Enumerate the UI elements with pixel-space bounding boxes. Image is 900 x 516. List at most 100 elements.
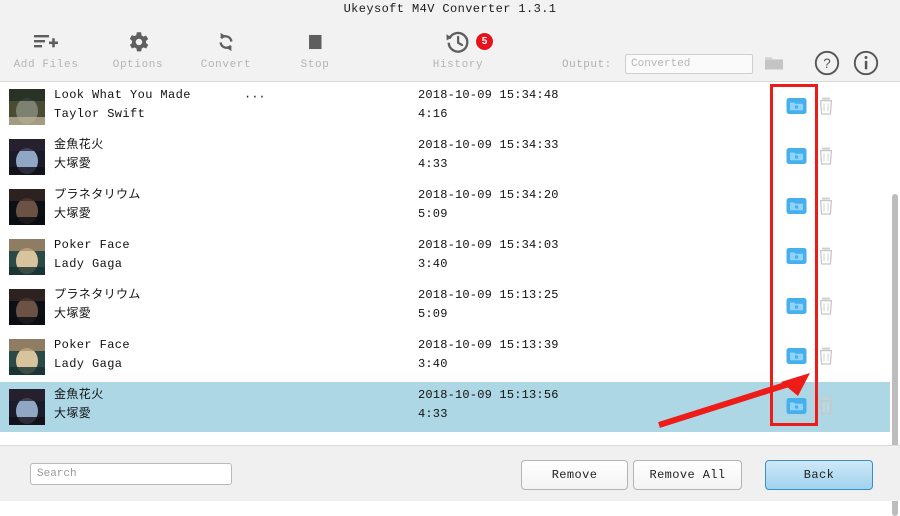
title-bar: Ukeysoft M4V Converter 1.3.1: [0, 0, 900, 18]
conversion-date: 2018-10-09 15:34:20: [418, 188, 559, 202]
track-artist: Taylor Swift: [54, 107, 146, 121]
open-folder-icon[interactable]: [786, 347, 807, 365]
options-label: Options: [112, 59, 164, 71]
browse-output-folder-button[interactable]: [764, 54, 784, 72]
track-title: 金魚花火: [54, 138, 104, 152]
track-title: Poker Face: [54, 338, 131, 352]
add-files-button[interactable]: Add Files: [0, 26, 92, 78]
table-row[interactable]: プラネタリウム 大塚愛 2018-10-09 15:13:25 5:09: [0, 282, 900, 332]
trash-icon[interactable]: [818, 396, 834, 416]
trash-icon[interactable]: [818, 296, 834, 316]
conversion-date: 2018-10-09 15:34:03: [418, 238, 559, 252]
track-artist: Lady Gaga: [54, 357, 123, 371]
track-title: プラネタリウム: [54, 188, 141, 202]
thumbnail: [9, 289, 45, 325]
thumbnail: [9, 139, 45, 175]
table-row[interactable]: プラネタリウム 大塚愛 2018-10-09 15:34:20 5:09: [0, 182, 900, 232]
convert-button[interactable]: Convert: [180, 26, 272, 78]
track-artist: 大塚愛: [54, 157, 92, 171]
back-button[interactable]: Back: [765, 460, 873, 490]
track-title: Look What You Made: [54, 88, 191, 102]
bottom-bar: Remove Remove All Back: [0, 445, 900, 501]
output-path-input[interactable]: [625, 54, 753, 74]
row-meta: 金魚花火 大塚愛: [54, 136, 394, 174]
stop-square-icon: [302, 26, 328, 58]
row-meta: Poker Face Lady Gaga: [54, 236, 394, 274]
history-clock-icon: [444, 26, 472, 58]
track-artist: Lady Gaga: [54, 257, 123, 271]
stop-button[interactable]: Stop: [269, 26, 361, 78]
trash-icon[interactable]: [818, 346, 834, 366]
svg-text:?: ?: [823, 56, 830, 71]
add-files-icon: [32, 26, 60, 58]
history-label: History: [432, 59, 484, 71]
track-artist: 大塚愛: [54, 407, 92, 421]
row-meta: 金魚花火 大塚愛: [54, 386, 394, 424]
title-ellipsis: ···: [244, 90, 266, 104]
refresh-icon: [213, 26, 239, 58]
add-files-label: Add Files: [13, 59, 79, 71]
track-title: 金魚花火: [54, 388, 104, 402]
open-folder-icon[interactable]: [786, 97, 807, 115]
conversion-date: 2018-10-09 15:13:39: [418, 338, 559, 352]
track-duration: 5:09: [418, 207, 448, 221]
row-times: 2018-10-09 15:34:48 4:16: [418, 86, 559, 124]
conversion-date: 2018-10-09 15:13:25: [418, 288, 559, 302]
remove-button[interactable]: Remove: [521, 460, 628, 490]
track-duration: 4:33: [418, 157, 448, 171]
table-row[interactable]: Poker Face Lady Gaga 2018-10-09 15:13:39 3:…: [0, 332, 900, 382]
thumbnail: [9, 339, 45, 375]
stop-label: Stop: [300, 59, 330, 71]
conversion-date: 2018-10-09 15:13:56: [418, 388, 559, 402]
thumbnail: [9, 389, 45, 425]
remove-all-button[interactable]: Remove All: [633, 460, 742, 490]
open-folder-icon[interactable]: [786, 247, 807, 265]
output-label: Output:: [562, 59, 612, 71]
track-duration: 4:16: [418, 107, 448, 121]
search-input[interactable]: [30, 463, 232, 485]
convert-label: Convert: [200, 59, 252, 71]
trash-icon[interactable]: [818, 146, 834, 166]
thumbnail: [9, 89, 45, 125]
row-times: 2018-10-09 15:13:25 5:09: [418, 286, 559, 324]
history-badge: 5: [475, 32, 494, 51]
table-row[interactable]: 金魚花火大塚愛 2018-10-09 15:34:33 4:33: [0, 132, 900, 182]
window-title: Ukeysoft M4V Converter 1.3.1: [343, 2, 557, 16]
table-row[interactable]: Look What You Made Taylor Swift ··· 2018-10…: [0, 82, 900, 132]
track-title: プラネタリウム: [54, 288, 141, 302]
track-artist: 大塚愛: [54, 207, 92, 221]
open-folder-icon[interactable]: [786, 397, 807, 415]
row-times: 2018-10-09 15:13:39 3:40: [418, 336, 559, 374]
help-button[interactable]: ?: [813, 49, 841, 77]
open-folder-icon[interactable]: [786, 147, 807, 165]
info-button[interactable]: [852, 49, 880, 77]
track-artist: 大塚愛: [54, 307, 92, 321]
table-row[interactable]: 金魚花火大塚愛 2018-10-09 15:13:56 4:33: [0, 382, 900, 432]
trash-icon[interactable]: [818, 196, 834, 216]
track-title: Poker Face: [54, 238, 131, 252]
open-folder-icon[interactable]: [786, 297, 807, 315]
track-duration: 4:33: [418, 407, 448, 421]
track-duration: 3:40: [418, 257, 448, 271]
trash-icon[interactable]: [818, 246, 834, 266]
list-scrollbar-track[interactable]: [890, 82, 900, 516]
conversion-date: 2018-10-09 15:34:33: [418, 138, 559, 152]
row-times: 2018-10-09 15:34:33 4:33: [418, 136, 559, 174]
row-meta: プラネタリウム 大塚愛: [54, 186, 394, 224]
gear-icon: [125, 26, 151, 58]
trash-icon[interactable]: [818, 96, 834, 116]
row-times: 2018-10-09 15:13:56 4:33: [418, 386, 559, 424]
row-meta: プラネタリウム 大塚愛: [54, 286, 394, 324]
toolbar: Add Files Options Convert Stop History 5…: [0, 18, 900, 82]
table-row[interactable]: Poker Face Lady Gaga 2018-10-09 15:34:03 3:…: [0, 232, 900, 282]
track-duration: 3:40: [418, 357, 448, 371]
conversion-history-list[interactable]: Look What You Made Taylor Swift ··· 2018-10…: [0, 82, 900, 445]
row-meta: Look What You Made Taylor Swift ···: [54, 86, 394, 124]
row-times: 2018-10-09 15:34:20 5:09: [418, 186, 559, 224]
track-duration: 5:09: [418, 307, 448, 321]
options-button[interactable]: Options: [92, 26, 184, 78]
row-meta: Poker Face Lady Gaga: [54, 336, 394, 374]
row-times: 2018-10-09 15:34:03 3:40: [418, 236, 559, 274]
thumbnail: [9, 239, 45, 275]
open-folder-icon[interactable]: [786, 197, 807, 215]
